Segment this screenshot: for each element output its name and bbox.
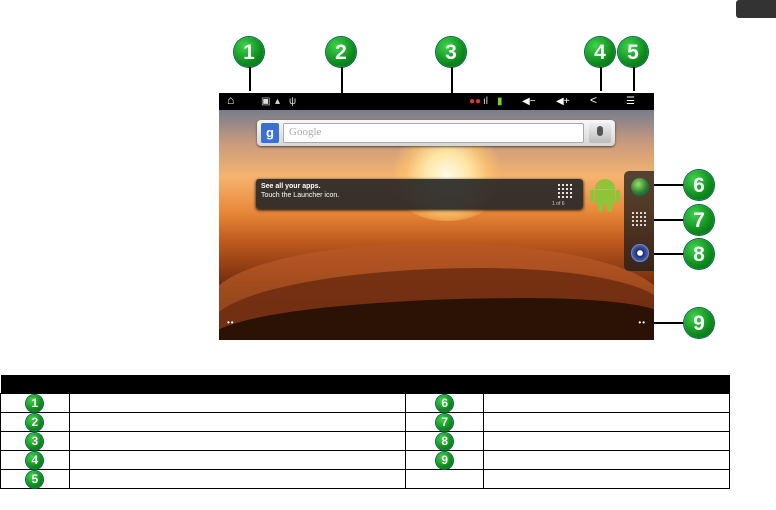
signal-icon: ıl — [483, 96, 488, 107]
apps-grid-icon[interactable] — [631, 211, 647, 227]
page-indicator-right[interactable]: •• — [638, 318, 646, 327]
legend-callout: 3 — [26, 432, 44, 450]
legend-callout: 6 — [436, 394, 454, 412]
table-row: 16 — [0, 393, 730, 413]
usb-icon: ψ — [289, 96, 297, 107]
search-input[interactable]: Google — [283, 123, 584, 143]
launcher-tip-bubble: See all your apps. Touch the Launcher ic… — [256, 179, 583, 209]
legend-callout: 9 — [436, 451, 454, 469]
home-icon[interactable]: ⌂ — [227, 94, 234, 107]
tablet-home-screen: ⌂ ▣ ▴ ψ ●● ıl ▮ ◀− ◀+ < ☰ g Google See a… — [219, 93, 654, 340]
table-row: 49 — [0, 450, 730, 470]
notification-icon: ▴ — [275, 96, 281, 107]
arrow-9 — [654, 322, 684, 324]
menu-icon[interactable]: ☰ — [626, 95, 635, 108]
callout-1: 1 — [234, 37, 264, 67]
legend-callout: 5 — [26, 470, 44, 488]
table-row: 5 — [0, 469, 730, 489]
legend-callout: 1 — [26, 394, 44, 412]
microphone-icon[interactable] — [589, 123, 611, 143]
status-bar: ⌂ ▣ ▴ ψ ●● ıl ▮ ◀− ◀+ < ☰ — [219, 93, 654, 110]
callout-3: 3 — [436, 37, 466, 67]
google-search-bar[interactable]: g Google — [257, 120, 615, 146]
arrow-5 — [633, 67, 635, 91]
tip-page-indicator: 1 of 6 — [552, 201, 565, 207]
launcher-grid-icon — [557, 183, 573, 199]
arrow-7 — [654, 219, 684, 221]
settings-icon[interactable] — [631, 244, 649, 262]
language-tab — [736, 0, 776, 18]
volume-down-icon[interactable]: ◀− — [522, 95, 536, 108]
network-icon: ●● — [469, 96, 482, 107]
legend-callout: 2 — [26, 413, 44, 431]
page-indicator-left[interactable]: •• — [227, 318, 235, 327]
callout-5: 5 — [618, 37, 648, 67]
tip-title: See all your apps. — [261, 183, 321, 190]
arrow-6 — [654, 184, 684, 186]
google-icon[interactable]: g — [261, 123, 279, 143]
callout-7: 7 — [684, 205, 714, 235]
legend-callout: 8 — [436, 432, 454, 450]
calendar-icon: ▣ — [261, 96, 271, 107]
arrow-8 — [654, 253, 684, 255]
quick-launch-dock — [624, 171, 654, 271]
search-placeholder: Google — [289, 126, 322, 138]
back-icon[interactable]: < — [590, 94, 597, 107]
callout-6: 6 — [684, 170, 714, 200]
legend-header — [0, 375, 730, 394]
android-icon — [590, 179, 620, 213]
table-row: 38 — [0, 431, 730, 451]
callout-9: 9 — [684, 308, 714, 338]
callout-4: 4 — [585, 37, 615, 67]
tip-body: Touch the Launcher icon. — [261, 192, 340, 199]
battery-icon: ▮ — [497, 96, 503, 107]
callout-2: 2 — [326, 37, 356, 67]
legend-table: 162738495 — [0, 375, 730, 489]
arrow-4 — [600, 67, 602, 91]
callout-8: 8 — [684, 239, 714, 269]
legend-callout: 7 — [436, 413, 454, 431]
globe-icon[interactable] — [631, 178, 649, 196]
arrow-1 — [249, 67, 251, 91]
volume-up-icon[interactable]: ◀+ — [556, 95, 570, 108]
table-row: 27 — [0, 412, 730, 432]
legend-callout: 4 — [26, 451, 44, 469]
